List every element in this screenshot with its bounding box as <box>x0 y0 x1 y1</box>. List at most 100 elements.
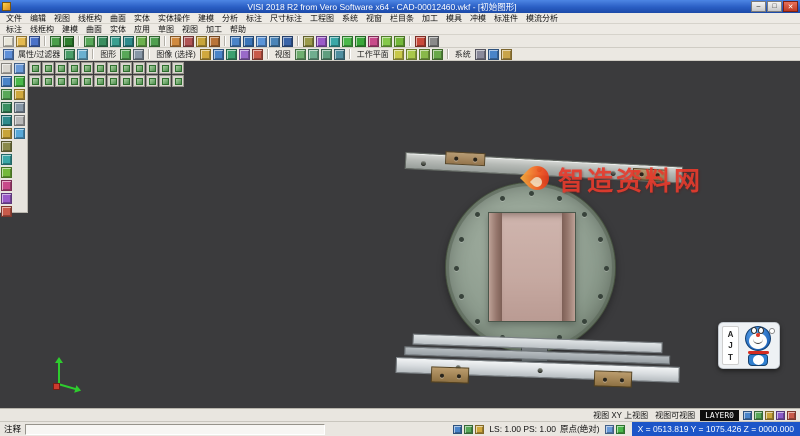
rectangle-icon[interactable] <box>149 36 160 47</box>
rotate-view-icon[interactable] <box>282 36 293 47</box>
menu-item-11[interactable]: 工程图 <box>306 13 338 24</box>
zoom-out-icon[interactable] <box>243 36 254 47</box>
view-visibility-label[interactable]: 视图可视图 <box>653 410 697 421</box>
grid-toggle-icon[interactable] <box>743 411 752 420</box>
view-axon-4-icon[interactable] <box>42 75 54 87</box>
menu-item-15[interactable]: 加工 <box>418 13 442 24</box>
pan-icon[interactable] <box>269 36 280 47</box>
menu-item-1[interactable]: 编辑 <box>26 13 50 24</box>
snap-center-icon[interactable] <box>1 115 12 126</box>
angle-mode-icon[interactable] <box>475 425 484 434</box>
redo-icon[interactable] <box>63 36 74 47</box>
view-top-icon[interactable] <box>308 49 319 60</box>
view-save-icon[interactable] <box>159 75 171 87</box>
view-iso-se-icon[interactable] <box>55 62 67 74</box>
snap-tangent-icon[interactable] <box>1 167 12 178</box>
active-layer-badge[interactable]: LAYER0 <box>700 410 739 421</box>
view-next-icon[interactable] <box>107 75 119 87</box>
tracking-toggle-icon[interactable] <box>616 425 625 434</box>
layers-icon[interactable] <box>303 36 314 47</box>
view-right-icon[interactable] <box>146 62 158 74</box>
sys-info-icon[interactable] <box>488 49 499 60</box>
wp-yz-icon[interactable] <box>406 49 417 60</box>
point-icon[interactable] <box>84 36 95 47</box>
revolve-icon[interactable] <box>209 36 220 47</box>
menu-item-4[interactable]: 实体 <box>106 24 130 35</box>
view-normal-icon[interactable] <box>120 75 132 87</box>
workplane-icon[interactable] <box>316 36 327 47</box>
view-restore-icon[interactable] <box>172 75 184 87</box>
menu-item-7[interactable]: 视图 <box>178 24 202 35</box>
select-icon[interactable] <box>1 63 12 74</box>
model-clamp-tab-left[interactable] <box>431 366 470 383</box>
view-rotate-y-icon[interactable] <box>68 75 80 87</box>
fillet-icon[interactable] <box>381 36 392 47</box>
view-axon-1-icon[interactable] <box>159 62 171 74</box>
sys-help-icon[interactable] <box>501 49 512 60</box>
view-iso-icon[interactable] <box>295 49 306 60</box>
view-front-icon[interactable] <box>107 62 119 74</box>
units-icon[interactable] <box>787 411 796 420</box>
model-bottom-rails[interactable] <box>395 333 681 393</box>
view-rotate-x-icon[interactable] <box>55 75 67 87</box>
menu-item-16[interactable]: 模具 <box>442 13 466 24</box>
menu-item-0[interactable]: 文件 <box>2 13 26 24</box>
snap-quadrant-icon[interactable] <box>1 154 12 165</box>
menu-item-9[interactable]: 标注 <box>242 13 266 24</box>
menu-item-0[interactable]: 标注 <box>2 24 26 35</box>
view-axon-2-icon[interactable] <box>172 62 184 74</box>
note-input[interactable] <box>25 424 325 435</box>
undo-icon[interactable] <box>50 36 61 47</box>
snap-mid-icon[interactable] <box>1 102 12 113</box>
wp-zx-icon[interactable] <box>419 49 430 60</box>
view-multi-icon[interactable] <box>146 75 158 87</box>
mirror-icon[interactable] <box>342 36 353 47</box>
minimize-button[interactable]: – <box>751 1 766 12</box>
delete-icon[interactable] <box>415 36 426 47</box>
select-color-icon[interactable] <box>252 49 263 60</box>
select-box-icon[interactable] <box>213 49 224 60</box>
hide-icon[interactable] <box>14 63 25 74</box>
open-file-icon[interactable] <box>16 36 27 47</box>
select-chain-icon[interactable] <box>239 49 250 60</box>
wcs-toggle-icon[interactable] <box>1 206 12 217</box>
menu-item-2[interactable]: 建模 <box>58 24 82 35</box>
menu-item-3[interactable]: 线框构 <box>74 13 106 24</box>
view-iso-ne-icon[interactable] <box>29 62 41 74</box>
wp-free-icon[interactable] <box>432 49 443 60</box>
zoom-fit-icon[interactable] <box>256 36 267 47</box>
lock-icon[interactable] <box>14 102 25 113</box>
shading-icon[interactable] <box>133 49 144 60</box>
menu-item-4[interactable]: 曲面 <box>106 13 130 24</box>
show-all-icon[interactable] <box>14 76 25 87</box>
menu-item-17[interactable]: 冲模 <box>466 13 490 24</box>
coord-mode-icon[interactable] <box>464 425 473 434</box>
menu-item-1[interactable]: 线框构 <box>26 24 58 35</box>
layer-manager-icon[interactable] <box>776 411 785 420</box>
menu-item-13[interactable]: 视窗 <box>362 13 386 24</box>
menu-item-6[interactable]: 草图 <box>154 24 178 35</box>
refresh-icon[interactable] <box>14 128 25 139</box>
current-view-label[interactable]: 视图 XY 上视图 <box>591 410 650 421</box>
absolute-relative-toggle-icon[interactable] <box>605 425 614 434</box>
menu-item-3[interactable]: 曲面 <box>82 24 106 35</box>
select-filter-icon[interactable] <box>3 49 14 60</box>
snap-end-icon[interactable] <box>1 89 12 100</box>
menu-item-6[interactable]: 实体操作 <box>154 13 194 24</box>
spline-icon[interactable] <box>136 36 147 47</box>
close-button[interactable]: ✕ <box>783 1 798 12</box>
snap-perpendicular-icon[interactable] <box>1 180 12 191</box>
extrude-icon[interactable] <box>196 36 207 47</box>
filters-icon[interactable] <box>77 49 88 60</box>
ortho-toggle-icon[interactable] <box>765 411 774 420</box>
arc-icon[interactable] <box>110 36 121 47</box>
view-front-icon[interactable] <box>321 49 332 60</box>
menu-item-10[interactable]: 尺寸标注 <box>266 13 306 24</box>
select-all-icon[interactable] <box>200 49 211 60</box>
view-bottom-icon[interactable] <box>94 62 106 74</box>
new-file-icon[interactable] <box>3 36 14 47</box>
menu-item-8[interactable]: 加工 <box>202 24 226 35</box>
circle-icon[interactable] <box>123 36 134 47</box>
menu-item-12[interactable]: 系统 <box>338 13 362 24</box>
snap-mode-icon[interactable] <box>453 425 462 434</box>
